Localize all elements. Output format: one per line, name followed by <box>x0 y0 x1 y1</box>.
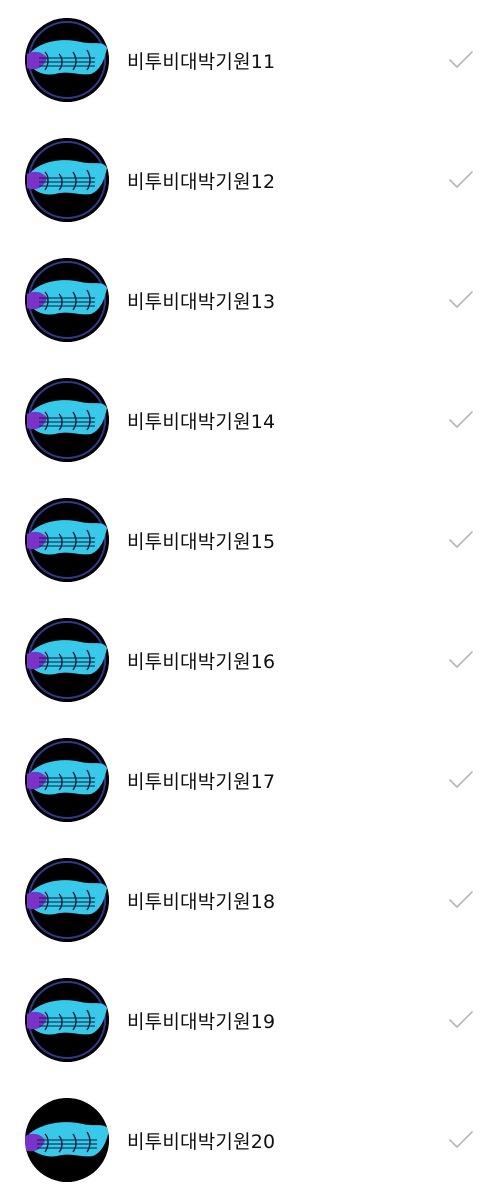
account-name: 비투비대박기원19 <box>127 1010 276 1033</box>
checkmark-icon[interactable] <box>448 50 474 70</box>
account-name: 비투비대박기원20 <box>127 1130 276 1153</box>
list-item[interactable]: 비투비대박기원17 <box>0 720 503 840</box>
account-name: 비투비대박기원11 <box>127 50 276 73</box>
avatar <box>25 378 109 462</box>
list-item[interactable]: 비투비대박기원19 <box>0 960 503 1080</box>
account-name: 비투비대박기원13 <box>127 290 276 313</box>
checkmark-icon[interactable] <box>448 410 474 430</box>
avatar <box>25 1098 109 1182</box>
music-logo-avatar-icon <box>25 378 109 462</box>
checkmark-icon[interactable] <box>448 290 474 310</box>
list-item[interactable]: 비투비대박기원14 <box>0 360 503 480</box>
account-list: 비투비대박기원11 비투비대박기원12 비투비대박기원13 비투비대박기원14 … <box>0 0 503 1200</box>
checkmark-icon[interactable] <box>448 890 474 910</box>
list-item[interactable]: 비투비대박기원18 <box>0 840 503 960</box>
account-name: 비투비대박기원14 <box>127 410 276 433</box>
music-logo-avatar-icon <box>25 258 109 342</box>
music-logo-avatar-icon <box>25 858 109 942</box>
avatar <box>25 498 109 582</box>
avatar <box>25 18 109 102</box>
list-item[interactable]: 비투비대박기원20 <box>0 1080 503 1200</box>
account-name: 비투비대박기원18 <box>127 890 276 913</box>
checkmark-icon[interactable] <box>448 170 474 190</box>
music-logo-avatar-icon <box>25 978 109 1062</box>
list-item[interactable]: 비투비대박기원13 <box>0 240 503 360</box>
avatar <box>25 858 109 942</box>
music-logo-avatar-icon <box>25 1098 109 1182</box>
avatar <box>25 138 109 222</box>
account-name: 비투비대박기원17 <box>127 770 276 793</box>
account-name: 비투비대박기원16 <box>127 650 276 673</box>
checkmark-icon[interactable] <box>448 650 474 670</box>
account-name: 비투비대박기원12 <box>127 170 276 193</box>
music-logo-avatar-icon <box>25 738 109 822</box>
music-logo-avatar-icon <box>25 618 109 702</box>
music-logo-avatar-icon <box>25 138 109 222</box>
list-item[interactable]: 비투비대박기원11 <box>0 0 503 120</box>
music-logo-avatar-icon <box>25 498 109 582</box>
checkmark-icon[interactable] <box>448 770 474 790</box>
checkmark-icon[interactable] <box>448 530 474 550</box>
avatar <box>25 978 109 1062</box>
avatar <box>25 258 109 342</box>
music-logo-avatar-icon <box>25 18 109 102</box>
list-item[interactable]: 비투비대박기원12 <box>0 120 503 240</box>
avatar <box>25 618 109 702</box>
list-item[interactable]: 비투비대박기원16 <box>0 600 503 720</box>
list-item[interactable]: 비투비대박기원15 <box>0 480 503 600</box>
avatar <box>25 738 109 822</box>
checkmark-icon[interactable] <box>448 1010 474 1030</box>
account-name: 비투비대박기원15 <box>127 530 276 553</box>
checkmark-icon[interactable] <box>448 1130 474 1150</box>
